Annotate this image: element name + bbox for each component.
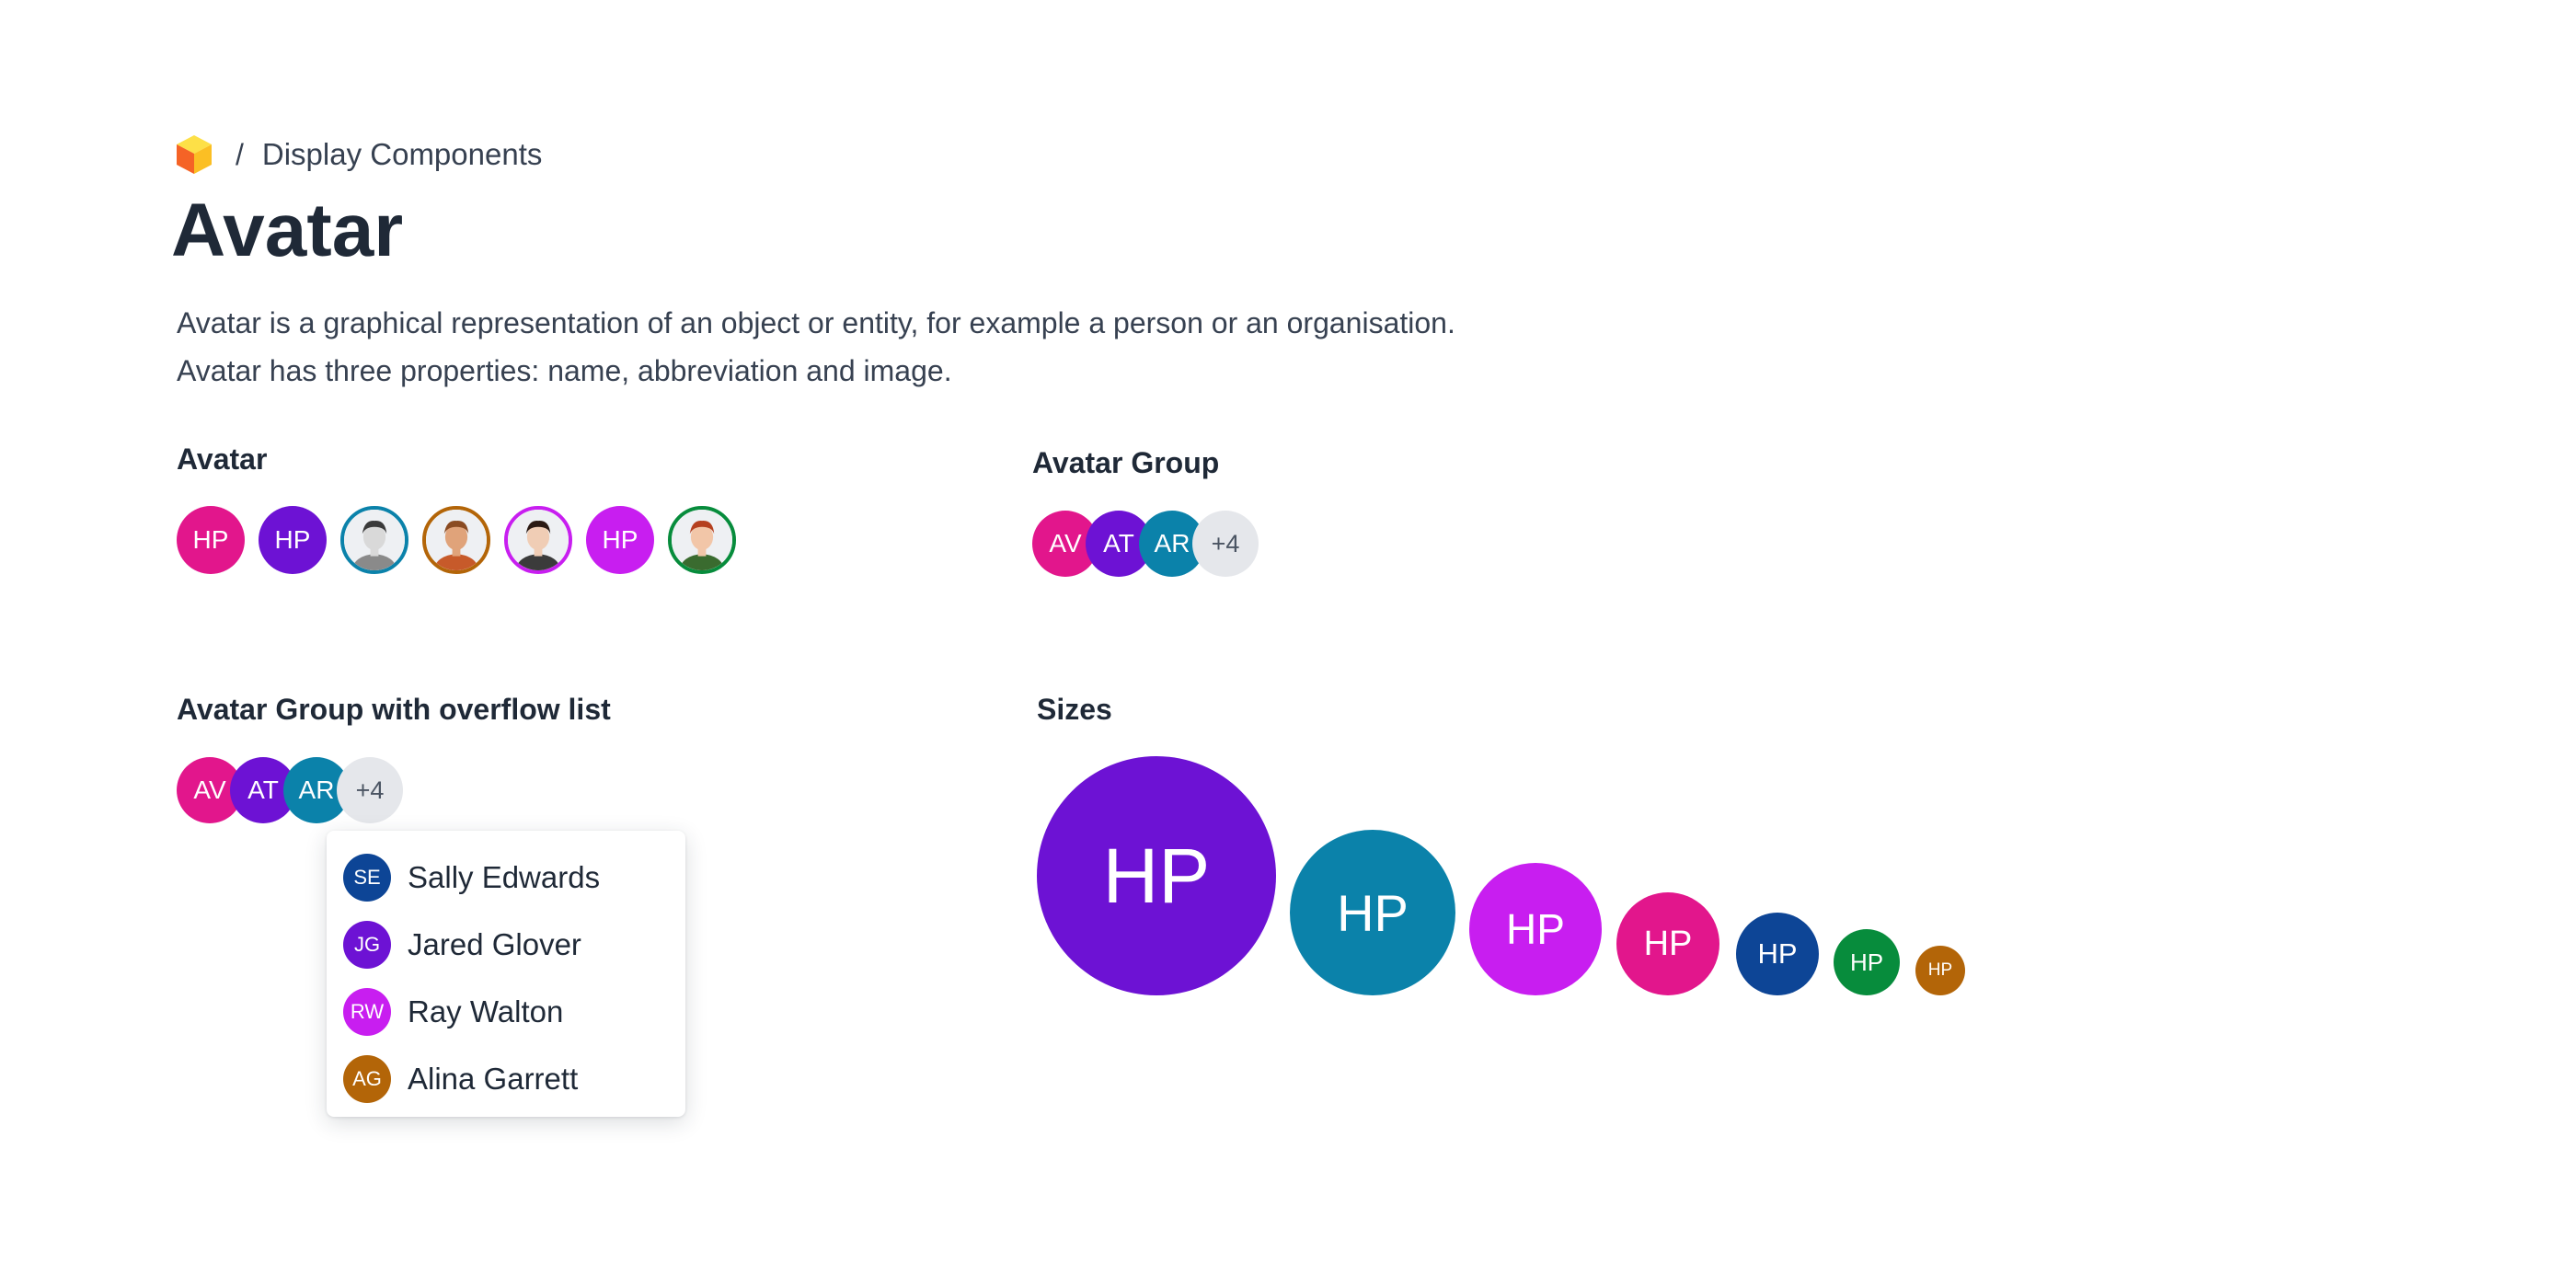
- section-title-sizes: Sizes: [1037, 693, 1112, 726]
- avatar-group-overflow-count[interactable]: +4: [1192, 511, 1259, 577]
- section-title-avatar: Avatar: [177, 442, 268, 476]
- breadcrumb-display-components[interactable]: Display Components: [262, 137, 542, 172]
- overflow-list-name: Sally Edwards: [408, 860, 601, 894]
- avatar-size-sample[interactable]: HP: [1037, 756, 1276, 995]
- avatar-size-sample[interactable]: HP: [1290, 830, 1455, 995]
- avatar-size-sample[interactable]: HP: [1616, 892, 1719, 995]
- person-photo-icon: [508, 510, 569, 570]
- overflow-toggle-button[interactable]: +4: [337, 757, 403, 823]
- avatar-image[interactable]: [504, 506, 572, 574]
- overflow-list-name: Alina Garrett: [408, 1062, 579, 1096]
- overflow-list-menu: SE Sally Edwards JG Jared Glover RW Ray …: [327, 831, 685, 1117]
- overflow-list-item-ray-walton[interactable]: RW Ray Walton: [343, 986, 563, 1038]
- avatar-size-sample[interactable]: HP: [1469, 863, 1602, 995]
- breadcrumb-separator: /: [236, 137, 244, 171]
- overflow-list-avatar: SE: [343, 854, 391, 902]
- avatar-initials[interactable]: HP: [586, 506, 654, 574]
- overflow-list-item-alina-garrett[interactable]: AG Alina Garrett: [343, 1053, 578, 1105]
- page-description-line-1: Avatar is a graphical representation of …: [177, 306, 1455, 339]
- section-title-avatar-group-overflow: Avatar Group with overflow list: [177, 693, 611, 726]
- overflow-list-avatar: RW: [343, 988, 391, 1036]
- person-photo-icon: [344, 510, 405, 570]
- overflow-list-item-sally-edwards[interactable]: SE Sally Edwards: [343, 852, 600, 903]
- page-description-line-2: Avatar has three properties: name, abbre…: [177, 354, 952, 387]
- overflow-list-avatar: JG: [343, 921, 391, 969]
- avatar-image[interactable]: [668, 506, 736, 574]
- avatar-initials[interactable]: HP: [177, 506, 245, 574]
- person-photo-icon: [672, 510, 732, 570]
- section-title-avatar-group: Avatar Group: [1032, 446, 1220, 479]
- avatar-image[interactable]: [340, 506, 408, 574]
- overflow-list-name: Ray Walton: [408, 994, 564, 1028]
- overflow-list-name: Jared Glover: [408, 927, 581, 961]
- avatar-initials[interactable]: HP: [259, 506, 327, 574]
- avatar-size-sample[interactable]: HP: [1834, 929, 1900, 995]
- avatar-size-sample[interactable]: HP: [1915, 946, 1965, 995]
- page-title: Avatar: [171, 189, 404, 272]
- overflow-list-avatar: AG: [343, 1055, 391, 1103]
- cube-logo-icon[interactable]: [175, 133, 213, 176]
- overflow-list-item-jared-glover[interactable]: JG Jared Glover: [343, 919, 581, 971]
- avatar-image[interactable]: [422, 506, 490, 574]
- breadcrumb: / Display Components: [175, 132, 542, 177]
- avatar-size-sample[interactable]: HP: [1736, 913, 1819, 995]
- person-photo-icon: [426, 510, 487, 570]
